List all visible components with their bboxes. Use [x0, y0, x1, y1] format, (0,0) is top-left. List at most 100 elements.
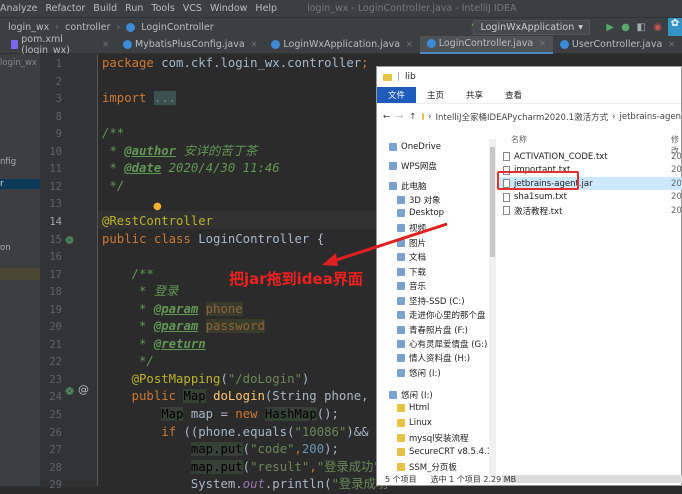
- nav-item-icon: [397, 282, 405, 290]
- code-line: map.put("code",200);: [102, 441, 339, 459]
- menu-item[interactable]: Help: [255, 3, 277, 14]
- menu-item[interactable]: Run: [125, 3, 143, 14]
- project-item[interactable]: nfig: [0, 157, 16, 167]
- project-item-selected[interactable]: r: [0, 179, 40, 189]
- nav-item[interactable]: 视频: [397, 222, 426, 234]
- editor-tab[interactable]: UserController.java ✕: [553, 36, 682, 54]
- close-icon[interactable]: ✕: [539, 39, 546, 48]
- code-line: @RestController: [102, 213, 213, 231]
- code-line: @PostMapping("/doLogin"): [102, 371, 310, 389]
- file-date: 20: [671, 192, 682, 202]
- at-icon[interactable]: @: [78, 383, 89, 396]
- nav-item-label: 此电脑: [401, 182, 427, 192]
- close-icon[interactable]: ✕: [251, 40, 258, 49]
- line-number: 27: [49, 444, 62, 457]
- nav-item-label: 文档: [409, 253, 427, 263]
- nav-item[interactable]: 图片: [397, 237, 426, 249]
- nav-item[interactable]: 情人资料盘 (H:): [397, 352, 470, 364]
- code-line: if ((phone.equals("10086")&& pa: [102, 424, 391, 442]
- menu-item[interactable]: Tools: [151, 3, 174, 14]
- run-config-select[interactable]: LoginWxApplication ▾: [473, 20, 590, 35]
- code-token: *: [102, 301, 154, 316]
- ribbon-tab-home[interactable]: 主页: [416, 87, 455, 103]
- menu-item[interactable]: VCS: [183, 3, 202, 14]
- nav-item[interactable]: 3D 对象: [397, 194, 441, 206]
- breadcrumb-project[interactable]: login_wx: [8, 22, 49, 33]
- nav-item[interactable]: 悠闲 (I:): [397, 367, 441, 379]
- path-segment[interactable]: jetbrains-agen: [620, 112, 682, 122]
- nav-item[interactable]: 文档: [397, 251, 426, 263]
- code-token: new: [235, 407, 265, 421]
- nav-item-icon: [389, 391, 397, 399]
- editor-tab[interactable]: MybatisPlusConfig.java ✕: [116, 36, 264, 54]
- address-bar[interactable]: ← → ↑ › IntelliJ全家桶IDEAPycharm2020.1激活方式…: [377, 103, 681, 129]
- file-row[interactable]: sha1sum.txt 20: [499, 191, 682, 204]
- column-name[interactable]: 名称: [511, 134, 527, 145]
- nav-item[interactable]: Html: [397, 403, 429, 413]
- code-token: (: [220, 371, 228, 386]
- nav-item-label: 青春照片盘 (F:): [409, 326, 468, 336]
- nav-item[interactable]: 音乐: [397, 280, 426, 292]
- nav-item-icon: [397, 253, 405, 261]
- spring-bean-icon[interactable]: ❁: [65, 234, 74, 247]
- close-icon[interactable]: ✕: [406, 40, 413, 49]
- code-token: * 登录: [102, 284, 179, 299]
- ribbon-tab-view[interactable]: 查看: [494, 87, 533, 103]
- menu-item[interactable]: Build: [93, 3, 117, 14]
- code-token: */: [102, 178, 125, 193]
- path-segment[interactable]: IntelliJ全家桶IDEAPycharm2020.1激活方式: [436, 111, 609, 123]
- code-token: map.put: [190, 459, 243, 474]
- menu-item[interactable]: Window: [210, 3, 247, 14]
- nav-scrollbar[interactable]: [489, 139, 496, 477]
- project-item[interactable]: on: [0, 243, 11, 253]
- code-line: System.out.println("登录成功": [102, 476, 396, 494]
- code-line: public Map doLogin(String phone, St: [102, 388, 391, 406]
- back-icon[interactable]: ←: [383, 112, 390, 122]
- nav-item[interactable]: Linux: [397, 418, 432, 428]
- code-line: import ...: [102, 90, 177, 108]
- breadcrumb-class[interactable]: LoginController: [141, 22, 213, 33]
- nav-item[interactable]: 坚持-SSD (C:): [397, 295, 465, 307]
- nav-item[interactable]: 走进你心里的那个盘 (D:): [397, 309, 495, 321]
- file-row[interactable]: ACTIVATION_CODE.txt 20: [499, 150, 682, 163]
- nav-item-icon: [397, 196, 405, 204]
- nav-item[interactable]: SecureCRT v8.5.4.19: [397, 447, 495, 457]
- editor-tab[interactable]: pom.xml (login_wx) ✕: [4, 34, 116, 56]
- ribbon-tab-share[interactable]: 共享: [455, 87, 494, 103]
- file-row[interactable]: 激活教程.txt 20: [499, 204, 682, 217]
- nav-item[interactable]: Desktop: [397, 208, 444, 218]
- editor-tab[interactable]: LoginWxApplication.java ✕: [264, 36, 419, 54]
- menu-item[interactable]: Analyze: [0, 3, 37, 14]
- ribbon-tab-file[interactable]: 文件: [377, 87, 417, 103]
- editor-tab[interactable]: LoginController.java ✕: [419, 35, 553, 54]
- forward-icon[interactable]: →: [396, 112, 403, 122]
- close-icon[interactable]: ✕: [668, 40, 675, 49]
- plugin-icon[interactable]: ✿: [668, 18, 682, 36]
- run-icon[interactable]: ▶: [606, 22, 614, 33]
- code-token: import: [102, 91, 154, 106]
- close-icon[interactable]: ✕: [102, 40, 109, 49]
- nav-item[interactable]: 此电脑: [389, 180, 427, 192]
- nav-item[interactable]: OneDrive: [389, 142, 441, 152]
- nav-item[interactable]: 心有灵犀爱情盘 (G:): [397, 338, 487, 350]
- nav-item[interactable]: 青春照片盘 (F:): [397, 324, 468, 336]
- line-number: 3: [55, 93, 62, 106]
- file-date: 20: [671, 151, 682, 162]
- debug-icon[interactable]: ●: [621, 22, 630, 33]
- spring-mapping-icon[interactable]: ❁: [65, 385, 74, 398]
- profile-icon[interactable]: ◉: [653, 22, 662, 33]
- editor-gutter: ❁ ❁ @ 1 2 3 8 9 10 11 12 13 14 15 16 17 18 19 20 21 22 23 2…: [40, 54, 98, 491]
- coverage-icon[interactable]: ◧: [637, 22, 646, 33]
- menu-item[interactable]: Refactor: [45, 3, 85, 14]
- breadcrumb-package[interactable]: controller: [65, 22, 110, 33]
- nav-item[interactable]: 悠闲 (I:): [389, 389, 433, 401]
- code-token: Map: [183, 389, 206, 404]
- nav-item[interactable]: WPS网盘: [389, 160, 437, 172]
- nav-item[interactable]: 下载: [397, 266, 426, 278]
- project-item[interactable]: login_wx: [0, 58, 37, 68]
- up-icon[interactable]: ↑: [409, 112, 416, 122]
- lightbulb-icon[interactable]: ●: [153, 201, 162, 212]
- nav-item[interactable]: mysql安装流程: [397, 432, 469, 444]
- nav-item-label: 3D 对象: [409, 196, 441, 206]
- nav-item[interactable]: SSM_分页板: [397, 461, 457, 473]
